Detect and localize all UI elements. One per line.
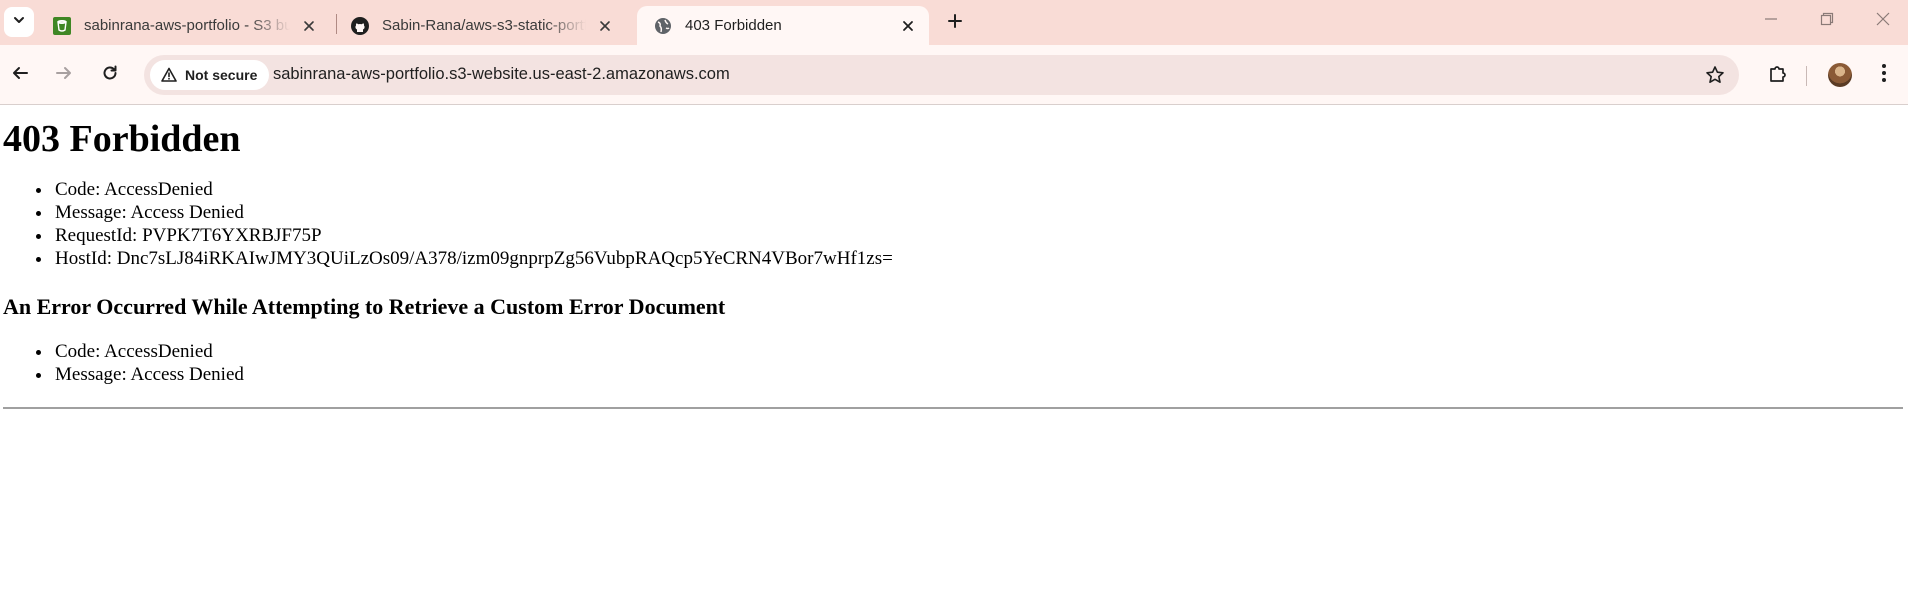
browser-toolbar: Not secure sabinrana-aws-portfolio.s3-we… [0, 45, 1908, 105]
back-button[interactable] [4, 59, 36, 91]
forward-button[interactable] [48, 59, 80, 91]
close-icon[interactable] [594, 15, 616, 37]
custom-error-heading: An Error Occurred While Attempting to Re… [3, 294, 726, 319]
tab-title: sabinrana-aws-portfolio - S3 bucket [84, 17, 290, 34]
plus-icon [947, 13, 963, 34]
reload-button[interactable] [94, 59, 126, 91]
list-item: Message: Access Denied [53, 201, 1905, 224]
list-item: Code: AccessDenied [53, 340, 1905, 363]
close-icon[interactable] [897, 15, 919, 37]
restore-button[interactable] [1804, 6, 1850, 36]
list-item: HostId: Dnc7sLJ84iRKAIwJMY3QUiLzOs09/A37… [53, 247, 1905, 270]
close-icon [1876, 12, 1890, 31]
star-icon[interactable] [1703, 63, 1727, 87]
profile-avatar[interactable] [1828, 63, 1852, 87]
reload-icon [101, 64, 119, 87]
chevron-down-icon [12, 13, 26, 32]
globe-icon [653, 16, 673, 36]
restore-icon [1820, 12, 1834, 31]
tab-403-forbidden[interactable]: 403 Forbidden [637, 6, 929, 45]
list-item: Code: AccessDenied [53, 178, 1905, 201]
warning-icon [160, 66, 178, 84]
close-icon[interactable] [298, 15, 320, 37]
page-content: 403 Forbidden Code: AccessDenied Message… [0, 106, 1908, 615]
list-item: RequestId: PVPK7T6YXRBJF75P [53, 224, 1905, 247]
list-item: Message: Access Denied [53, 363, 1905, 386]
tab-title: Sabin-Rana/aws-s3-static-portfolio [382, 17, 586, 34]
minimize-icon [1764, 12, 1778, 31]
error-details-list: Code: AccessDenied Message: Access Denie… [53, 178, 1905, 270]
custom-error-details-list: Code: AccessDenied Message: Access Denie… [53, 340, 1905, 386]
address-bar[interactable]: Not secure sabinrana-aws-portfolio.s3-we… [144, 55, 1739, 95]
puzzle-icon [1768, 63, 1788, 88]
minimize-button[interactable] [1748, 6, 1794, 36]
tab-strip: sabinrana-aws-portfolio - S3 bucket Sabi… [0, 0, 1908, 45]
menu-button[interactable] [1872, 59, 1896, 91]
more-vert-icon [1881, 63, 1887, 88]
url-text[interactable]: sabinrana-aws-portfolio.s3-website.us-ea… [273, 65, 730, 84]
security-chip[interactable]: Not secure [150, 60, 270, 90]
s3-bucket-icon [52, 16, 72, 36]
tab-title: 403 Forbidden [685, 17, 782, 34]
toolbar-separator [1806, 66, 1807, 86]
new-tab-button[interactable] [942, 10, 968, 36]
arrow-left-icon [11, 64, 29, 87]
page-title: 403 Forbidden [3, 118, 241, 160]
tab-github-repo[interactable]: Sabin-Rana/aws-s3-static-portfolio [334, 6, 626, 45]
github-icon [350, 16, 370, 36]
extensions-button[interactable] [1762, 59, 1794, 91]
arrow-right-icon [55, 64, 73, 87]
close-window-button[interactable] [1860, 6, 1906, 36]
security-chip-label: Not secure [185, 67, 258, 83]
tab-s3-bucket[interactable]: sabinrana-aws-portfolio - S3 bucket [36, 6, 330, 45]
horizontal-rule [3, 407, 1903, 409]
tab-search-button[interactable] [4, 7, 34, 37]
